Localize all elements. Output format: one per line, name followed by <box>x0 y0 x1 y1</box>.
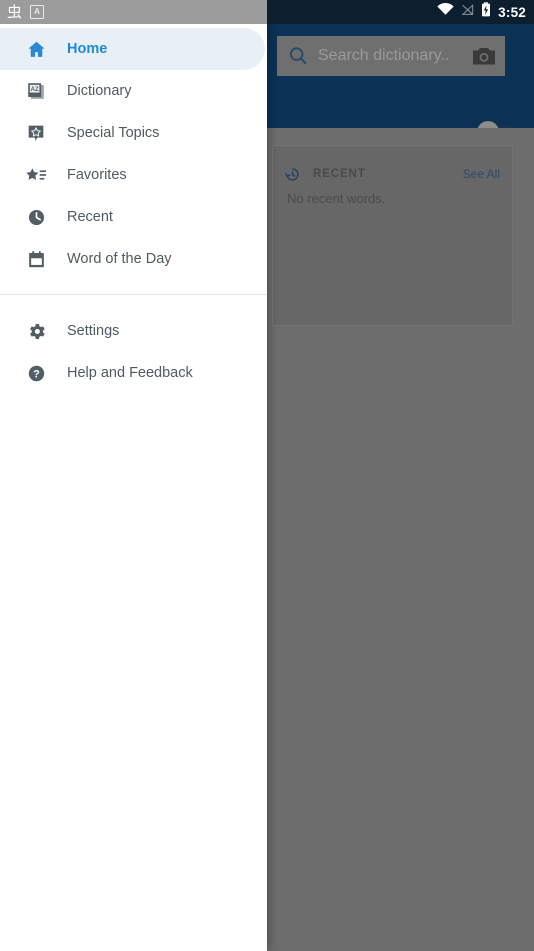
svg-text:AZ: AZ <box>31 87 39 93</box>
sidebar-item-home[interactable]: Home <box>0 28 265 70</box>
search-bar[interactable]: Search dictionary.. <box>277 36 505 76</box>
recent-clock-icon <box>24 205 48 229</box>
sidebar-item-label: Home <box>67 41 108 57</box>
sidebar-item-label: Recent <box>67 209 113 225</box>
special-topics-star-bubble-icon <box>24 121 48 145</box>
drawer-status-spacer <box>0 0 267 24</box>
sidebar-item-settings[interactable]: Settings <box>0 310 267 352</box>
sidebar-item-recent[interactable]: Recent <box>0 196 267 238</box>
sidebar-item-favorites[interactable]: Favorites <box>0 154 267 196</box>
history-icon <box>285 167 300 182</box>
recent-card-title: RECENT <box>313 168 366 180</box>
sidebar-item-label: Help and Feedback <box>67 365 193 381</box>
svg-text:?: ? <box>33 368 40 380</box>
sidebar-item-label: Word of the Day <box>67 251 172 267</box>
search-input-placeholder[interactable]: Search dictionary.. <box>318 46 471 66</box>
drawer-divider <box>0 294 267 295</box>
gear-icon <box>24 319 48 343</box>
sidebar-item-label: Settings <box>67 323 120 339</box>
sidebar-item-help-and-feedback[interactable]: ? Help and Feedback <box>0 352 267 394</box>
navigation-drawer[interactable]: Home AZ Dictionary Special Topics Favori… <box>0 0 267 951</box>
recent-card: RECENT See All No recent words. <box>272 145 513 326</box>
sidebar-item-label: Dictionary <box>67 83 132 99</box>
app-screen: Search dictionary.. RECENT See All No re… <box>0 0 534 951</box>
sidebar-item-dictionary[interactable]: AZ Dictionary <box>0 70 267 112</box>
calendar-icon <box>24 247 48 271</box>
recent-empty-message: No recent words. <box>287 191 386 206</box>
drawer-primary-list: Home AZ Dictionary Special Topics Favori… <box>0 24 267 280</box>
search-icon <box>287 45 309 67</box>
sidebar-item-special-topics[interactable]: Special Topics <box>0 112 267 154</box>
sidebar-item-word-of-the-day[interactable]: Word of the Day <box>0 238 267 280</box>
camera-icon[interactable] <box>471 45 497 67</box>
drawer-secondary-list: Settings ? Help and Feedback <box>0 306 267 394</box>
dictionary-book-icon: AZ <box>24 79 48 103</box>
home-icon <box>24 37 48 61</box>
recent-card-header: RECENT See All <box>273 164 512 184</box>
favorites-star-list-icon <box>24 163 48 187</box>
see-all-link[interactable]: See All <box>463 167 500 181</box>
help-circle-icon: ? <box>24 361 48 385</box>
sidebar-item-label: Special Topics <box>67 125 160 141</box>
sidebar-item-label: Favorites <box>67 167 127 183</box>
